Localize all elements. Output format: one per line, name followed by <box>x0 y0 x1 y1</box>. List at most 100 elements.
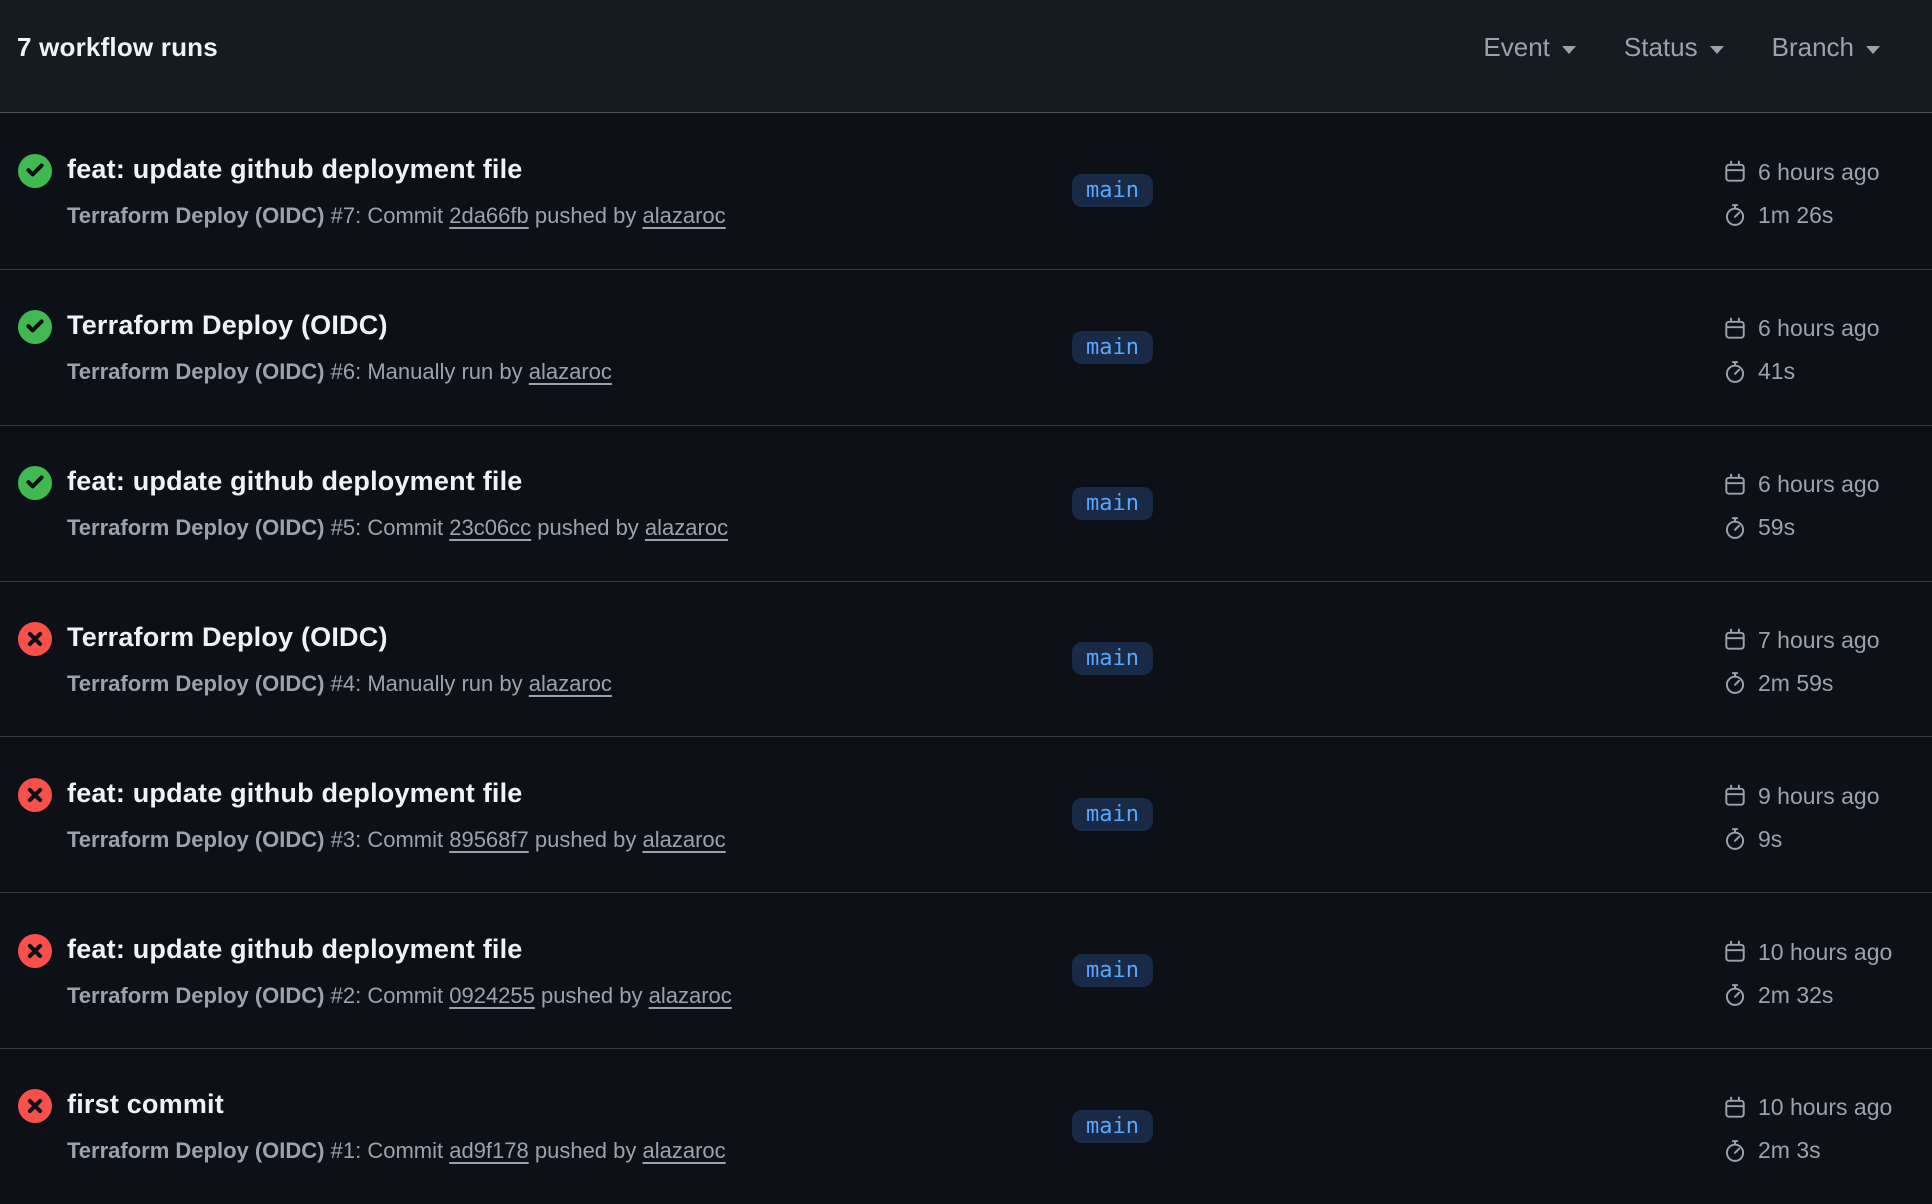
time-cell: 6 hours ago 1m 26s <box>1723 159 1932 229</box>
run-duration: 2m 59s <box>1758 670 1833 697</box>
stopwatch-icon <box>1723 827 1747 851</box>
commit-link[interactable]: ad9f178 <box>449 1138 529 1163</box>
status-icon <box>18 1089 52 1123</box>
workflow-run-row: Terraform Deploy (OIDC) Terraform Deploy… <box>0 581 1932 737</box>
run-title-link[interactable]: Terraform Deploy (OIDC) <box>67 308 612 342</box>
workflow-run-row: feat: update github deployment file Terr… <box>0 113 1932 269</box>
branch-filter-label: Branch <box>1772 32 1854 63</box>
calendar-icon <box>1723 317 1747 341</box>
run-duration: 2m 3s <box>1758 1137 1821 1164</box>
workflow-run-row: feat: update github deployment file Terr… <box>0 425 1932 581</box>
branch-badge[interactable]: main <box>1072 954 1153 987</box>
actor-link[interactable]: alazaroc <box>645 515 728 540</box>
branch-badge[interactable]: main <box>1072 1110 1153 1143</box>
chevron-down-icon <box>1562 46 1576 54</box>
stopwatch-icon <box>1723 360 1747 384</box>
run-title-link[interactable]: feat: update github deployment file <box>67 152 726 186</box>
event-filter-label: Event <box>1483 32 1550 63</box>
branch-filter-button[interactable]: Branch <box>1772 32 1880 63</box>
branch-badge[interactable]: main <box>1072 487 1153 520</box>
check-circle-icon <box>18 310 52 344</box>
run-duration-line: 2m 3s <box>1723 1137 1932 1164</box>
calendar-icon <box>1723 160 1747 184</box>
run-date-line: 6 hours ago <box>1723 315 1932 342</box>
x-circle-icon <box>18 778 52 812</box>
calendar-icon <box>1723 473 1747 497</box>
run-texts: feat: update github deployment file Terr… <box>67 464 728 542</box>
chevron-down-icon <box>1866 46 1880 54</box>
run-subtitle: Terraform Deploy (OIDC) #7: Commit 2da66… <box>67 202 726 230</box>
run-summary: first commit Terraform Deploy (OIDC) #1:… <box>0 1087 1072 1165</box>
runs-list-header: 7 workflow runs Event Status Branch <box>0 0 1932 113</box>
check-circle-icon <box>18 466 52 500</box>
subtitle-text: #6: Manually run by <box>325 359 529 384</box>
run-title-link[interactable]: feat: update github deployment file <box>67 932 732 966</box>
workflow-run-row: feat: update github deployment file Terr… <box>0 736 1932 892</box>
subtitle-text: pushed by <box>529 203 643 228</box>
run-summary: feat: update github deployment file Terr… <box>0 776 1072 854</box>
commit-link[interactable]: 2da66fb <box>449 203 529 228</box>
run-title-link[interactable]: feat: update github deployment file <box>67 776 726 810</box>
actor-link[interactable]: alazaroc <box>529 359 612 384</box>
run-duration: 9s <box>1758 826 1782 853</box>
calendar-icon <box>1723 940 1747 964</box>
status-icon <box>18 310 52 344</box>
branch-badge[interactable]: main <box>1072 798 1153 831</box>
run-duration-line: 2m 59s <box>1723 670 1932 697</box>
workflow-run-row: first commit Terraform Deploy (OIDC) #1:… <box>0 1048 1932 1204</box>
run-date-line: 10 hours ago <box>1723 939 1932 966</box>
run-title-link[interactable]: first commit <box>67 1087 726 1121</box>
run-summary: feat: update github deployment file Terr… <box>0 152 1072 230</box>
stopwatch-icon <box>1723 1139 1747 1163</box>
stopwatch-icon <box>1723 983 1747 1007</box>
actor-link[interactable]: alazaroc <box>643 1138 726 1163</box>
commit-link[interactable]: 89568f7 <box>449 827 529 852</box>
run-duration: 2m 32s <box>1758 982 1833 1009</box>
branch-badge[interactable]: main <box>1072 642 1153 675</box>
status-icon <box>18 778 52 812</box>
branch-cell: main <box>1072 1110 1723 1143</box>
actor-link[interactable]: alazaroc <box>529 671 612 696</box>
commit-link[interactable]: 23c06cc <box>449 515 531 540</box>
run-date-line: 6 hours ago <box>1723 159 1932 186</box>
run-texts: Terraform Deploy (OIDC) Terraform Deploy… <box>67 620 612 698</box>
branch-cell: main <box>1072 174 1723 207</box>
commit-link[interactable]: 0924255 <box>449 983 535 1008</box>
branch-badge[interactable]: main <box>1072 174 1153 207</box>
time-cell: 9 hours ago 9s <box>1723 783 1932 853</box>
stopwatch-icon <box>1723 516 1747 540</box>
actor-link[interactable]: alazaroc <box>643 827 726 852</box>
event-filter-button[interactable]: Event <box>1483 32 1576 63</box>
subtitle-text: #1: Commit <box>325 1138 450 1163</box>
run-subtitle: Terraform Deploy (OIDC) #4: Manually run… <box>67 670 612 698</box>
subtitle-text: pushed by <box>529 827 643 852</box>
run-title-link[interactable]: feat: update github deployment file <box>67 464 728 498</box>
subtitle-text: pushed by <box>531 515 645 540</box>
workflow-runs-page: 7 workflow runs Event Status Branch feat… <box>0 0 1932 1204</box>
status-filter-button[interactable]: Status <box>1624 32 1724 63</box>
run-date: 6 hours ago <box>1758 471 1879 498</box>
calendar-icon <box>1723 628 1747 652</box>
subtitle-text: #2: Commit <box>325 983 450 1008</box>
run-title-link[interactable]: Terraform Deploy (OIDC) <box>67 620 612 654</box>
workflow-run-row: Terraform Deploy (OIDC) Terraform Deploy… <box>0 269 1932 425</box>
runs-count-heading: 7 workflow runs <box>17 32 218 63</box>
run-subtitle: Terraform Deploy (OIDC) #5: Commit 23c06… <box>67 514 728 542</box>
stopwatch-icon <box>1723 671 1747 695</box>
actor-link[interactable]: alazaroc <box>643 203 726 228</box>
time-cell: 10 hours ago 2m 3s <box>1723 1094 1932 1164</box>
status-icon <box>18 466 52 500</box>
branch-badge[interactable]: main <box>1072 331 1153 364</box>
workflow-name: Terraform Deploy (OIDC) <box>67 827 325 852</box>
run-summary: Terraform Deploy (OIDC) Terraform Deploy… <box>0 308 1072 386</box>
actor-link[interactable]: alazaroc <box>649 983 732 1008</box>
run-texts: feat: update github deployment file Terr… <box>67 152 726 230</box>
calendar-icon <box>1723 784 1747 808</box>
workflow-name: Terraform Deploy (OIDC) <box>67 515 325 540</box>
workflow-name: Terraform Deploy (OIDC) <box>67 671 325 696</box>
branch-cell: main <box>1072 487 1723 520</box>
run-subtitle: Terraform Deploy (OIDC) #3: Commit 89568… <box>67 826 726 854</box>
run-texts: feat: update github deployment file Terr… <box>67 932 732 1010</box>
run-duration: 41s <box>1758 358 1795 385</box>
filter-bar: Event Status Branch <box>1483 32 1880 63</box>
